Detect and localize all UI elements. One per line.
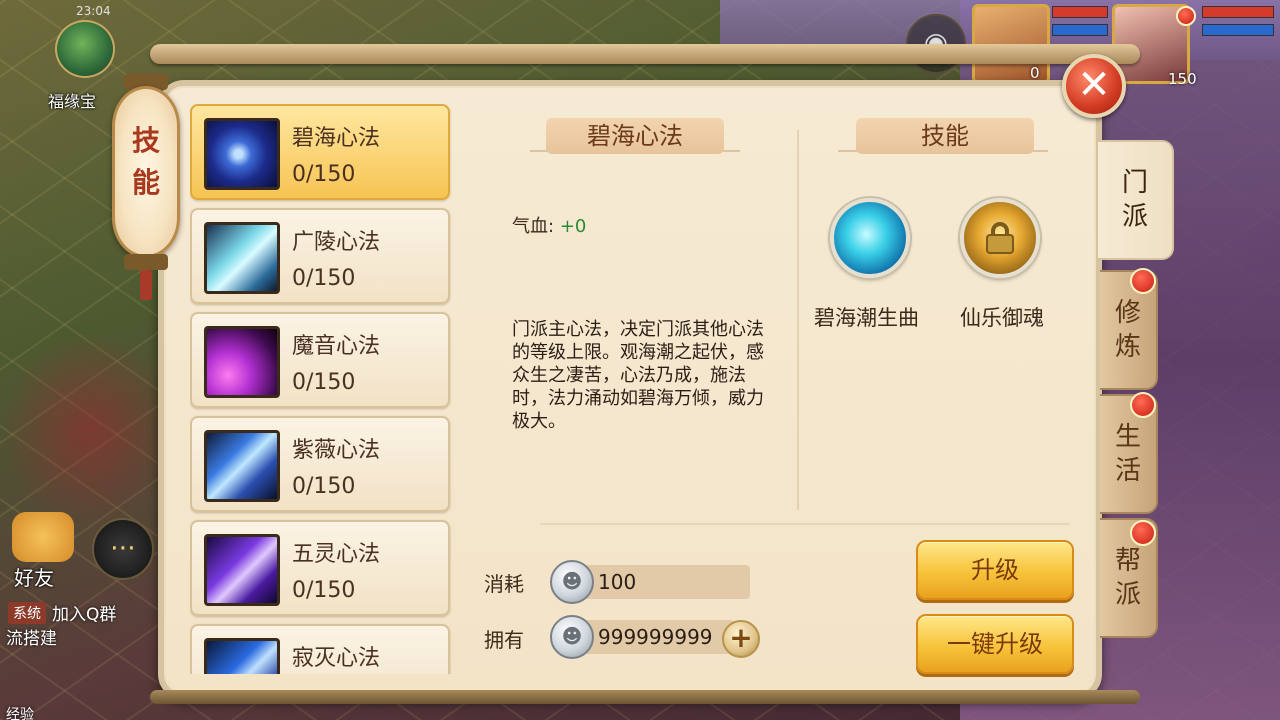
alert-dot-icon — [1130, 520, 1156, 546]
skill-item-jimie[interactable]: 寂灭心法 — [190, 624, 450, 674]
exp-label: 经验 — [6, 707, 34, 720]
fortune-label: 福缘宝 — [48, 92, 97, 111]
close-icon: ✕ — [1077, 62, 1111, 108]
lock-icon — [986, 222, 1014, 254]
close-button[interactable]: ✕ — [1062, 54, 1126, 118]
skill-item-ziwei[interactable]: 紫薇心法 0/150 — [190, 416, 450, 512]
skill-description: 门派主心法，决定门派其他心法的等级上限。观海潮之起伏，感众生之凄苦，心法乃成，施… — [512, 319, 764, 432]
consume-label: 消耗 — [484, 572, 524, 596]
skill-name: 魔音心法 — [292, 334, 381, 359]
status-time: 23:04 — [76, 4, 111, 18]
upgrade-all-button[interactable]: 一键升级 — [916, 614, 1074, 674]
pet-status-bars — [1052, 6, 1108, 42]
player-mp-bar — [1202, 24, 1274, 36]
skill-level: 0/150 — [292, 266, 356, 291]
alert-dot-icon — [1130, 268, 1156, 294]
lantern-cap-bottom — [124, 254, 168, 270]
blue-claw-icon — [204, 430, 280, 502]
chat-message[interactable]: 系统 加入Q群 — [8, 600, 116, 625]
skill-level: 0/150 — [292, 370, 356, 395]
add-currency-button[interactable]: + — [722, 620, 760, 658]
panel-bottom-rail — [150, 690, 1140, 704]
related-skill-name: 碧海潮生曲 — [814, 306, 919, 330]
tab-label: 修炼 — [1114, 298, 1141, 362]
friends-icon[interactable] — [12, 512, 74, 562]
silver-coin-icon: ☻ — [550, 560, 594, 604]
pet-hp-bar — [1052, 6, 1108, 18]
player-level: 150 — [1168, 70, 1197, 88]
player-hp-bar — [1202, 6, 1274, 18]
chat-bubble-icon[interactable]: ⋯ — [92, 518, 154, 580]
tab-menpai[interactable]: 门派 — [1098, 140, 1174, 260]
silver-coin-icon: ☻ — [550, 615, 594, 659]
skill-detail-title: 碧海心法 — [546, 118, 724, 154]
column-divider — [797, 130, 799, 510]
skill-item-wuling[interactable]: 五灵心法 0/150 — [190, 520, 450, 616]
panel-top-rail — [150, 44, 1140, 64]
tab-label: 帮派 — [1114, 546, 1141, 610]
attribute-value: +0 — [559, 216, 587, 237]
skill-name: 五灵心法 — [292, 542, 381, 567]
lock-body — [986, 234, 1014, 254]
panel-title: 技能 — [131, 124, 160, 199]
skill-level: 0/150 — [292, 474, 356, 499]
tab-label: 生活 — [1114, 422, 1141, 486]
own-amount: 999999999 — [584, 620, 734, 654]
tab-label: 门派 — [1121, 168, 1148, 232]
wave-swirl-icon — [204, 118, 280, 190]
consume-amount: 100 — [584, 565, 750, 599]
chat-text: 加入Q群 — [52, 605, 117, 625]
skill-name: 紫薇心法 — [292, 438, 381, 463]
skill-list[interactable]: 碧海心法 0/150 广陵心法 0/150 魔音心法 0/150 紫薇心法 0/… — [190, 104, 452, 674]
attribute-line: 气血: +0 — [512, 212, 586, 238]
system-tag: 系统 — [8, 601, 46, 624]
petal-patch — [0, 330, 180, 530]
skill-name: 广陵心法 — [292, 230, 381, 255]
related-skills-title: 技能 — [856, 118, 1034, 154]
skill-item-bihai[interactable]: 碧海心法 0/150 — [190, 104, 450, 200]
wave-music-icon[interactable] — [830, 198, 910, 278]
skill-level: 0/150 — [292, 578, 356, 603]
skill-item-guangling[interactable]: 广陵心法 0/150 — [190, 208, 450, 304]
blue-slash-icon — [204, 638, 280, 674]
friends-label: 好友 — [14, 566, 54, 590]
alert-dot-icon — [1130, 392, 1156, 418]
attribute-label: 气血: — [512, 216, 555, 237]
section-divider — [540, 523, 1070, 525]
skill-level: 0/150 — [292, 162, 356, 187]
notification-dot-icon — [1176, 6, 1196, 26]
pet-mp-bar — [1052, 24, 1108, 36]
upgrade-button[interactable]: 升级 — [916, 540, 1074, 600]
ice-crystal-icon — [204, 222, 280, 294]
chat-text-line2: 流搭建 — [6, 629, 57, 649]
fortune-treasure-icon[interactable] — [55, 20, 115, 78]
related-skill-name: 仙乐御魂 — [960, 306, 1044, 330]
skill-item-moyin[interactable]: 魔音心法 0/150 — [190, 312, 450, 408]
own-label: 拥有 — [484, 628, 524, 652]
skill-name: 寂灭心法 — [292, 646, 381, 671]
violet-burst-icon — [204, 534, 280, 606]
skill-name: 碧海心法 — [292, 126, 381, 151]
purple-lightning-icon — [204, 326, 280, 398]
player-status-bars — [1202, 6, 1274, 42]
lantern-tassel — [140, 270, 152, 300]
